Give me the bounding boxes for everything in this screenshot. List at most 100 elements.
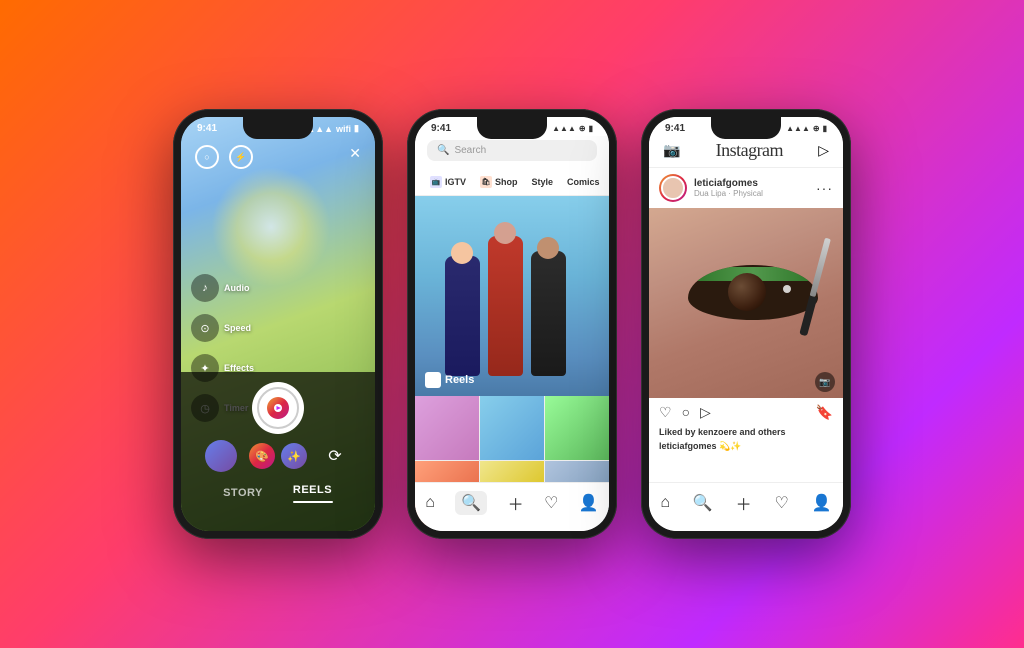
post-avatar[interactable]	[659, 174, 687, 202]
thumb-3[interactable]	[545, 396, 609, 460]
igtv-icon: 📺	[430, 176, 442, 188]
instagram-header: 📷 Instagram ▷	[649, 136, 843, 168]
save-icon[interactable]: 🔖	[816, 404, 833, 421]
reels-section-label: ▶ Reels	[425, 372, 474, 388]
capture-button[interactable]	[252, 382, 304, 434]
nav-home-2[interactable]: ⌂	[425, 494, 435, 512]
caption-row: leticiafgomes 💫✨	[649, 439, 843, 454]
nav-profile-3[interactable]: 👤	[812, 493, 832, 513]
audio-icon: ♪	[191, 274, 219, 302]
post-camera-icon[interactable]: 📷	[815, 372, 835, 392]
wifi-icon-2: ⊕	[579, 124, 586, 133]
audio-label: Audio	[224, 283, 250, 293]
signal-icon-3: ▲▲▲	[786, 124, 810, 133]
speed-label: Speed	[224, 323, 251, 333]
eye-iris	[728, 273, 766, 311]
category-tabs: 📺 IGTV 🛍 Shop Style Comics TV & Movie	[415, 169, 609, 196]
post-song: Dua Lipa · Physical	[694, 189, 763, 198]
tab-reels[interactable]: REELS	[293, 480, 333, 503]
cat-igtv[interactable]: 📺 IGTV	[423, 173, 473, 191]
bottom-nav-3: ⌂ 🔍 ＋ ♡ 👤	[649, 482, 843, 531]
camera-flip-icon[interactable]: ⟳	[319, 440, 351, 472]
battery-icon: ▮	[354, 123, 359, 134]
wifi-icon-3: ⊕	[813, 124, 820, 133]
phone-1: 9:41 ▲▲▲ wifi ▮ ○ ⚡ ✕ ♪ Audio ⊙ Speed	[173, 109, 383, 539]
camera-header-icon[interactable]: 📷	[663, 142, 680, 159]
circle-control-icon[interactable]: ○	[195, 145, 219, 169]
nav-search-2[interactable]: 🔍	[455, 491, 487, 515]
nav-home-3[interactable]: ⌂	[660, 494, 670, 512]
battery-icon-3: ▮	[823, 124, 827, 133]
tab-underline	[293, 501, 333, 503]
nav-search-3[interactable]: 🔍	[693, 493, 713, 513]
post-user-row: leticiafgomes Dua Lipa · Physical ···	[649, 168, 843, 208]
post-user-info: leticiafgomes Dua Lipa · Physical	[659, 174, 763, 202]
caption-username: leticiafgomes	[659, 441, 717, 451]
like-icon[interactable]: ♡	[659, 404, 672, 421]
phone-3: 9:41 ▲▲▲ ⊕ ▮ 📷 Instagram ▷ leticiafgomes…	[641, 109, 851, 539]
tab-story[interactable]: STORY	[223, 483, 263, 501]
cat-tv-movie[interactable]: TV & Movie	[607, 173, 609, 191]
signal-icon-2: ▲▲▲	[552, 124, 576, 133]
status-icons-2: ▲▲▲ ⊕ ▮	[552, 124, 593, 133]
nav-heart-3[interactable]: ♡	[774, 493, 788, 513]
nav-heart-2[interactable]: ♡	[544, 493, 558, 513]
speed-icon: ⊙	[191, 314, 219, 342]
share-icon[interactable]: ▷	[700, 404, 711, 421]
instagram-title: Instagram	[716, 140, 783, 161]
shutter-inner	[257, 387, 299, 429]
reels-record-icon	[267, 397, 289, 419]
nav-profile-2[interactable]: 👤	[579, 493, 599, 513]
sticker-sparkle[interactable]: ✨	[281, 443, 307, 469]
thumb-1[interactable]	[415, 396, 479, 460]
top-left-controls: ○ ⚡	[195, 145, 253, 169]
cat-style[interactable]: Style	[525, 173, 561, 191]
search-icon: 🔍	[437, 145, 449, 156]
search-bar: 🔍 Search	[415, 136, 609, 169]
status-icons-3: ▲▲▲ ⊕ ▮	[786, 124, 827, 133]
reels-video-main: ▶ Reels	[415, 196, 609, 396]
likes-text: Liked by kenzoere and others	[659, 427, 786, 437]
notch-3	[711, 117, 781, 139]
status-time-3: 9:41	[665, 123, 685, 134]
notch-2	[477, 117, 547, 139]
gallery-avatar[interactable]	[205, 440, 237, 472]
send-icon[interactable]: ▷	[818, 142, 829, 159]
close-icon[interactable]: ✕	[349, 145, 361, 162]
status-time-2: 9:41	[431, 123, 451, 134]
story-reels-tabs: STORY REELS	[197, 480, 359, 503]
nav-add-3[interactable]: ＋	[736, 491, 752, 515]
stickers-row	[197, 382, 359, 434]
cat-shop[interactable]: 🛍 Shop	[473, 173, 525, 191]
more-options-icon[interactable]: ···	[816, 180, 833, 196]
shop-icon: 🛍	[480, 176, 492, 188]
status-icons-1: ▲▲▲ wifi ▮	[306, 123, 359, 134]
post-image: 📷	[649, 208, 843, 398]
likes-row: Liked by kenzoere and others	[649, 425, 843, 439]
wifi-icon: wifi	[336, 124, 351, 134]
flash-icon[interactable]: ⚡	[229, 145, 253, 169]
notch-1	[243, 117, 313, 139]
search-input[interactable]: 🔍 Search	[427, 140, 597, 161]
post-username[interactable]: leticiafgomes	[694, 178, 763, 189]
sticker-gradient[interactable]: 🎨	[249, 443, 275, 469]
post-user-details: leticiafgomes Dua Lipa · Physical	[694, 178, 763, 198]
bottom-nav-2: ⌂ 🔍 ＋ ♡ 👤	[415, 482, 609, 531]
reels-icon-small: ▶	[425, 372, 441, 388]
status-time-1: 9:41	[197, 123, 217, 134]
cat-comics[interactable]: Comics	[560, 173, 607, 191]
people-silhouettes	[445, 236, 566, 376]
battery-icon-2: ▮	[589, 124, 593, 133]
search-placeholder: Search	[454, 145, 486, 156]
action-left: ♡ ○ ▷	[659, 404, 711, 421]
phone-2: 9:41 ▲▲▲ ⊕ ▮ 🔍 Search 📺 IGTV 🛍 Shop	[407, 109, 617, 539]
audio-control[interactable]: ♪ Audio	[191, 274, 254, 302]
speed-control[interactable]: ⊙ Speed	[191, 314, 254, 342]
phone1-bottom-controls: 🎨 ✨ ⟳ STORY REELS	[181, 372, 375, 531]
avatar-inner	[661, 176, 685, 200]
phone1-light-flare	[211, 167, 331, 287]
nav-add-2[interactable]: ＋	[508, 491, 524, 515]
thumb-2[interactable]	[480, 396, 544, 460]
comment-icon[interactable]: ○	[682, 404, 690, 421]
post-actions: ♡ ○ ▷ 🔖	[649, 398, 843, 425]
